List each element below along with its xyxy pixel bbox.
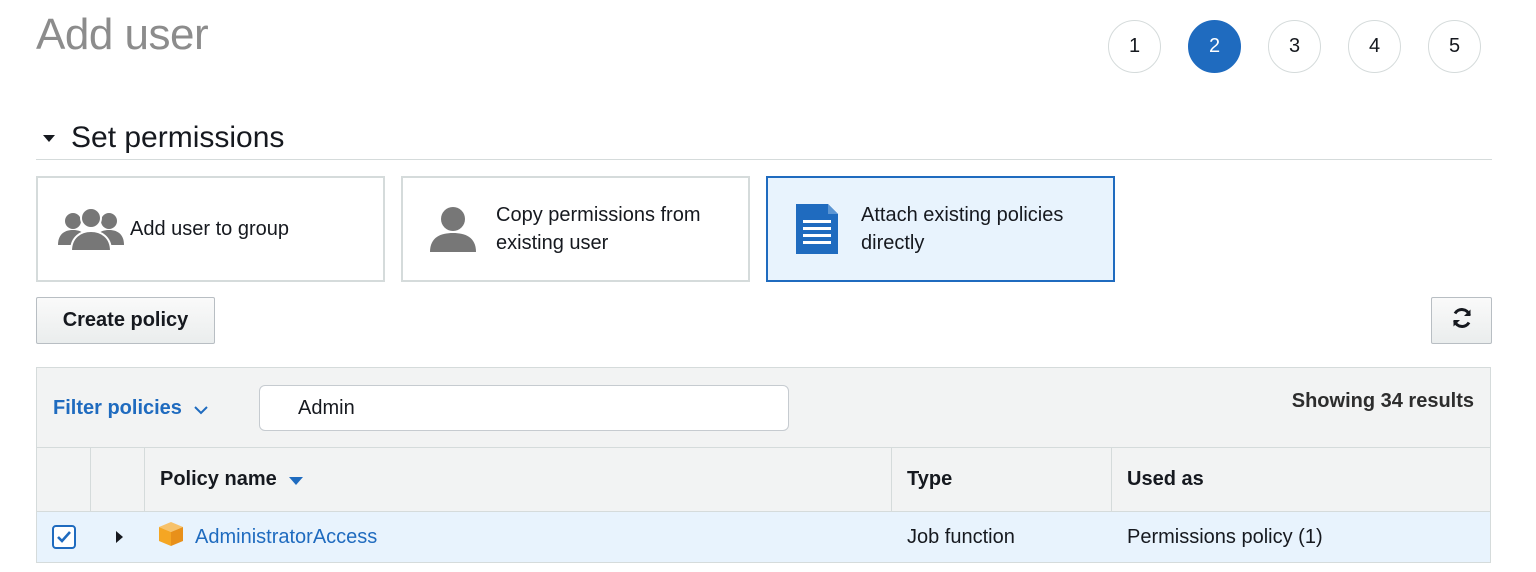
header-expand-cell [91,448,145,511]
type-header-label: Type [907,468,953,490]
refresh-icon [1451,307,1473,334]
page-title: Add user [36,10,209,59]
table-header: Policy name Type Used as [37,448,1490,512]
wizard-step-1[interactable]: 1 [1108,20,1161,73]
user-icon [421,204,496,254]
copy-permissions-line1: Copy permissions from [496,204,701,226]
attach-policies-line2: directly [861,232,925,254]
attach-policies-line1: Attach existing policies [861,204,1064,226]
policies-table: Filter policies Showing 34 results Polic… [36,367,1491,563]
caret-right-icon[interactable] [115,531,123,543]
create-policy-button[interactable]: Create policy [36,297,215,344]
aws-managed-policy-icon [158,521,184,553]
checkmark-icon [57,531,71,543]
filter-bar: Filter policies Showing 34 results [37,368,1490,448]
results-count: Showing 34 results [1291,390,1474,412]
wizard-step-4[interactable]: 4 [1348,20,1401,73]
column-header-used-as[interactable]: Used as [1112,448,1490,511]
wizard-step-3[interactable]: 3 [1268,20,1321,73]
row-expand-cell [91,512,145,562]
add-user-to-group-option[interactable]: Add user to group [36,176,385,282]
wizard-step-2[interactable]: 2 [1188,20,1241,73]
policy-used-as-cell: Permissions policy (1) [1127,525,1323,548]
set-permissions-header[interactable]: Set permissions [36,116,1492,160]
table-row[interactable]: AdministratorAccess Job function Permiss… [37,512,1490,562]
sort-descending-icon[interactable] [288,477,303,485]
wizard-step-5[interactable]: 5 [1428,20,1481,73]
row-checkbox[interactable] [52,525,76,549]
attach-policies-option[interactable]: Attach existing policies directly [766,176,1115,282]
policy-name-header-label: Policy name [160,468,277,490]
section-title: Set permissions [71,120,285,154]
permission-options: Add user to group Copy permissions from … [36,176,1115,282]
used-as-header-label: Used as [1127,468,1204,490]
filter-policies-label: Filter policies [53,397,182,419]
row-checkbox-cell [37,512,91,562]
header-checkbox-cell [37,448,91,511]
column-header-type[interactable]: Type [892,448,1112,511]
users-group-icon [56,205,130,253]
add-user-to-group-label: Add user to group [130,218,289,240]
document-icon [786,202,861,256]
policy-name-cell: AdministratorAccess [145,512,892,562]
policy-search-input[interactable] [259,385,789,431]
attach-policies-label: Attach existing policies directly [861,201,1063,257]
policy-name-link[interactable]: AdministratorAccess [195,526,377,549]
refresh-button[interactable] [1431,297,1492,344]
chevron-down-icon [194,398,208,421]
copy-permissions-line2: existing user [496,232,609,254]
copy-permissions-label: Copy permissions from existing user [496,201,701,257]
caret-down-icon[interactable] [43,135,55,142]
wizard-steps: 1 2 3 4 5 [1108,20,1481,73]
column-header-policy-name[interactable]: Policy name [145,448,892,511]
filter-policies-dropdown[interactable]: Filter policies [53,396,208,421]
copy-permissions-option[interactable]: Copy permissions from existing user [401,176,750,282]
policy-type-cell: Job function [907,525,1015,548]
